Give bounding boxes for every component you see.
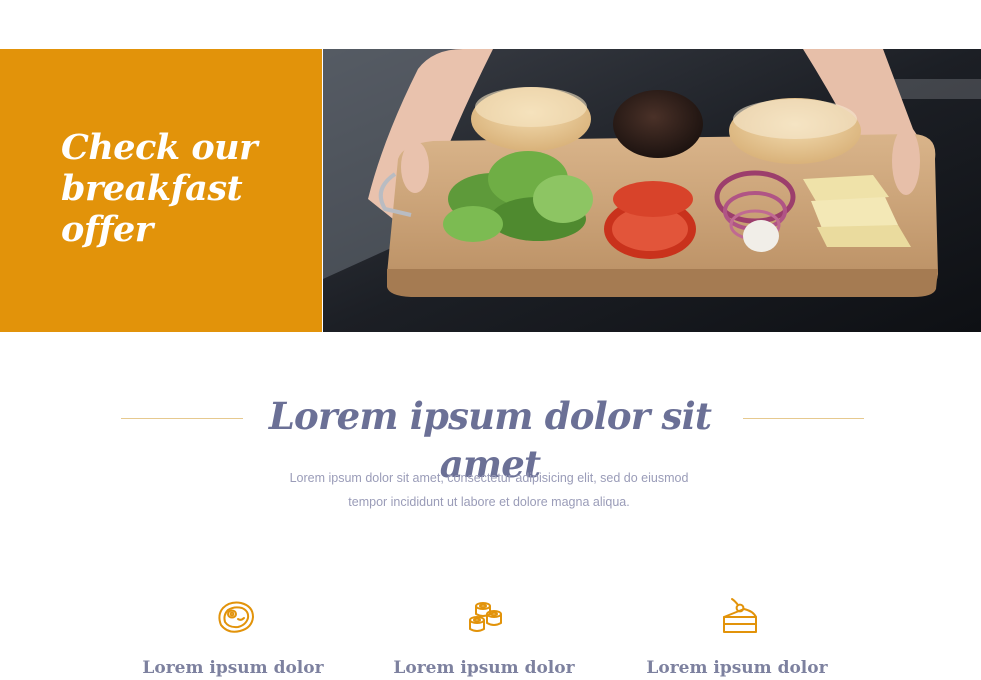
hero-photo [323,49,981,332]
feature-label: Lorem ipsum dolor [646,658,828,678]
features-row: Lorem ipsum dolor Lorem ipsum dolor Lore… [0,590,981,680]
hero-banner: Check our breakfast offer [0,49,981,332]
feature-item[interactable]: Lorem ipsum dolor [364,590,604,680]
burger-ingredients-photo [323,49,981,332]
feature-label: Lorem ipsum dolor [393,658,575,678]
section-description: Lorem ipsum dolor sit amet, consectetur … [289,471,689,509]
steak-icon [213,595,257,639]
sushi-rolls-icon [464,595,508,639]
feature-label: Lorem ipsum dolor [142,658,324,678]
feature-item[interactable]: Lorem ipsum dolor [617,590,857,680]
feature-item[interactable]: Lorem ipsum dolor [113,590,353,680]
promo-title[interactable]: Check our breakfast offer [61,127,301,250]
promo-panel[interactable]: Check our breakfast offer [0,49,322,332]
section-header: Lorem ipsum dolor sit amet [0,390,981,486]
divider-line-left [121,418,243,419]
divider-line-right [743,418,864,419]
cake-slice-icon [717,595,761,639]
